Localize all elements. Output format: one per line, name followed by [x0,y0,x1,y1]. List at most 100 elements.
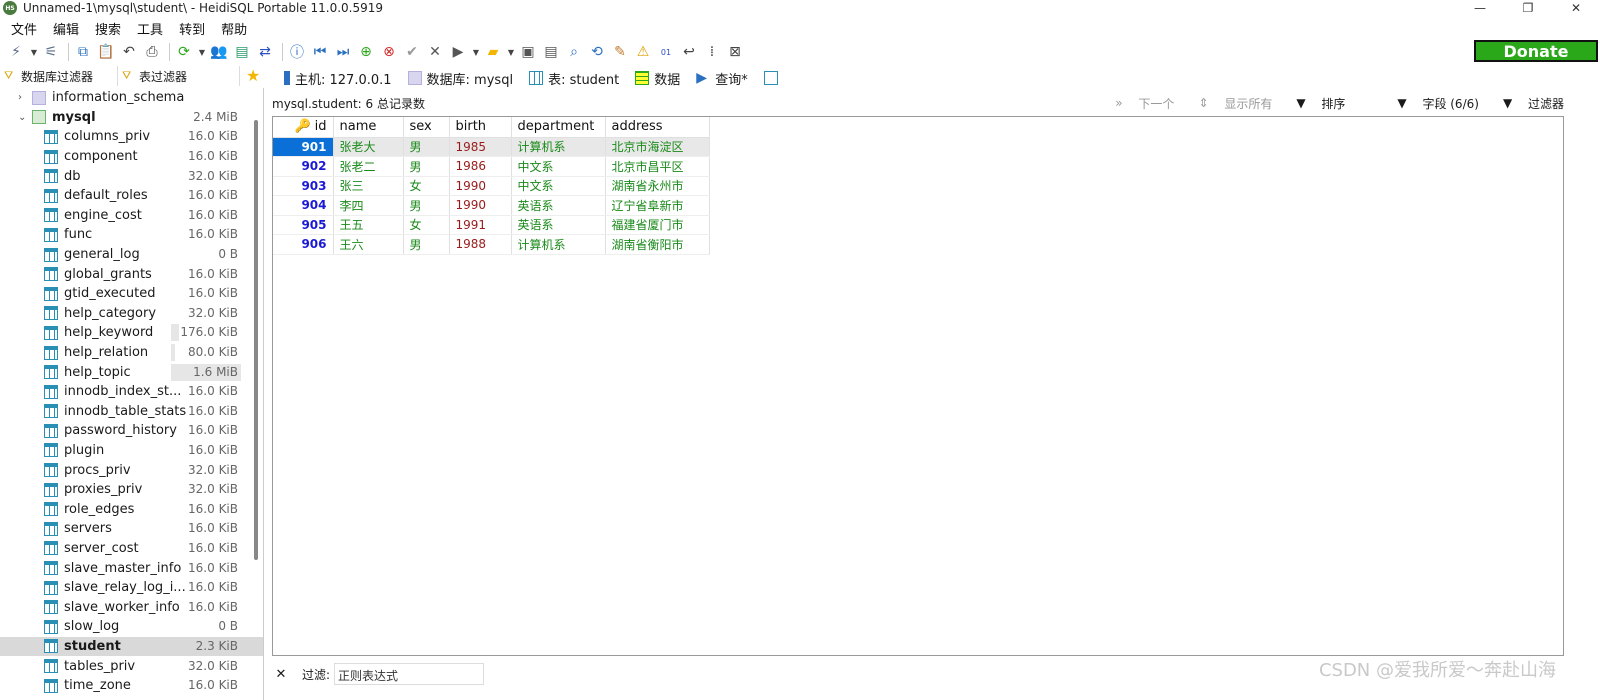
menu-goto[interactable]: 转到 [171,19,213,38]
tree-table-item[interactable]: db 32.0 KiB [0,166,263,186]
tree-table-item[interactable]: innodb_table_stats 16.0 KiB [0,402,263,422]
cell-sex[interactable]: 女 [403,215,450,235]
tree-table-item[interactable]: procs_priv 32.0 KiB [0,460,263,480]
tree-table-item[interactable]: default_roles 16.0 KiB [0,186,263,206]
tree-table-item[interactable]: tables_priv 32.0 KiB [0,656,263,676]
cell-sex[interactable]: 男 [403,195,450,216]
tree-db-information-schema[interactable]: › information_schema [0,88,263,108]
cell-name[interactable]: 李四 [333,195,404,216]
last-icon[interactable]: ⏭ [333,42,353,62]
cell-address[interactable]: 辽宁省阜新市 [605,195,710,216]
warning-icon[interactable]: ⚠ [633,42,653,62]
menu-tools[interactable]: 工具 [129,19,171,38]
export-icon[interactable]: ▤ [232,42,252,62]
cell-id[interactable]: 901 [273,137,334,157]
dropdown-icon[interactable]: ▼ [197,42,207,62]
clean-icon[interactable]: ✎ [610,42,630,62]
run-icon[interactable]: ▶ [448,42,468,62]
disconnect-icon[interactable]: ⚟ [41,42,61,62]
cell-department[interactable]: 中文系 [511,176,606,196]
cell-address[interactable]: 湖南省衡阳市 [605,234,710,255]
cell-id[interactable]: 904 [273,195,334,216]
open-folder-icon[interactable]: ▰ [483,42,503,62]
tree-table-item[interactable]: columns_priv 16.0 KiB [0,127,263,147]
find-icon[interactable]: ⌕ [564,42,584,62]
help-icon[interactable]: ⓘ [287,42,307,62]
filter-input[interactable]: 正则表达式 [334,663,485,685]
favorites-star-icon[interactable]: ★ [246,66,260,85]
cell-id[interactable]: 902 [273,156,334,177]
column-header-id[interactable]: 🔑 id [273,117,334,138]
cancel-icon[interactable]: ✕ [425,42,445,62]
cell-department[interactable]: 计算机系 [511,137,606,157]
cell-id[interactable]: 903 [273,176,334,196]
column-header-department[interactable]: department [511,117,606,138]
tree-table-item[interactable]: time_zone 16.0 KiB [0,676,263,696]
close-tab-icon[interactable]: ⊠ [725,42,745,62]
close-window-button[interactable]: ✕ [1552,0,1600,16]
sync-icon[interactable]: ⇄ [255,42,275,62]
next-button[interactable]: » 下一个 [1103,95,1174,112]
tree-table-item[interactable]: plugin 16.0 KiB [0,441,263,461]
cell-address[interactable]: 福建省厦门市 [605,215,710,235]
dropdown-icon[interactable]: ▼ [506,42,516,62]
first-icon[interactable]: ⏮ [310,42,330,62]
tab-table[interactable]: 表: student [519,66,632,91]
donate-button[interactable]: Donate [1474,40,1598,62]
tree-table-item[interactable]: func 16.0 KiB [0,225,263,245]
copy-icon[interactable]: ⧉ [73,42,93,62]
tree-table-item[interactable]: help_relation 80.0 KiB [0,343,263,363]
cell-birth[interactable]: 1990 [449,176,512,196]
refresh-icon[interactable]: ⟳ [174,42,194,62]
save-as-icon[interactable]: ▤ [541,42,561,62]
user-manager-icon[interactable]: 👥 [209,42,229,62]
menu-edit[interactable]: 编辑 [45,19,87,38]
cell-sex[interactable]: 女 [403,176,450,196]
cell-department[interactable]: 中文系 [511,156,606,177]
tab-database[interactable]: 数据库: mysql [400,66,522,90]
minimize-button[interactable]: — [1456,0,1504,16]
comment-icon[interactable]: ⁞ [702,42,722,62]
save-icon[interactable]: ▣ [518,42,538,62]
cell-birth[interactable]: 1986 [449,156,512,177]
tree-table-item[interactable]: help_topic 1.6 MiB [0,362,263,382]
filter-button[interactable]: ▼ 过滤器 [1491,95,1564,112]
undo-icon[interactable]: ↶ [119,42,139,62]
tree-table-item[interactable]: innodb_index_st... 16.0 KiB [0,382,263,402]
menu-search[interactable]: 搜索 [87,19,129,38]
tree-scrollbar[interactable] [254,120,258,560]
database-filter-tab[interactable]: ⛛ 数据库过滤器 [0,66,118,86]
binary-icon[interactable]: 01 [656,42,676,62]
cell-name[interactable]: 张三 [333,176,404,196]
tree-table-item[interactable]: gtid_executed 16.0 KiB [0,284,263,304]
maximize-button[interactable]: ❐ [1504,0,1552,16]
tree-table-item[interactable]: help_keyword 176.0 KiB [0,323,263,343]
tree-table-item[interactable]: server_cost 16.0 KiB [0,539,263,559]
tab-host[interactable]: 主机: 127.0.0.1 [276,66,400,90]
table-row[interactable]: 901 张老大男 1985 计算机系 北京市海淀区 [273,137,710,157]
connect-icon[interactable]: ⚡ [6,42,26,62]
cell-department[interactable]: 英语系 [511,195,606,216]
table-row[interactable]: 903 张三女 1990 中文系 湖南省永州市 [273,176,710,196]
table-row[interactable]: 905 王五女 1991 英语系 福建省厦门市 [273,215,710,235]
column-header-sex[interactable]: sex [403,117,450,138]
tree-table-item[interactable]: slave_worker_info 16.0 KiB [0,597,263,617]
fields-button[interactable]: ▼ 字段 (6/6) [1385,95,1479,112]
tree-table-item[interactable]: student 2.3 KiB [0,636,263,657]
table-row[interactable]: 904 李四男 1990 英语系 辽宁省阜新市 [273,195,710,216]
cell-name[interactable]: 张老大 [333,137,404,157]
cell-department[interactable]: 计算机系 [511,234,606,255]
collapse-arrow-icon[interactable]: ⌄ [18,112,26,123]
tree-table-item[interactable]: general_log 0 B [0,245,263,265]
paste-icon[interactable]: 📋 [96,42,116,62]
tree-table-item[interactable]: proxies_priv 32.0 KiB [0,480,263,500]
close-filter-icon[interactable]: ✕ [272,667,290,682]
cell-name[interactable]: 王五 [333,215,404,235]
tree-table-item[interactable]: global_grants 16.0 KiB [0,264,263,284]
add-icon[interactable]: ⊕ [356,42,376,62]
cell-id[interactable]: 905 [273,215,334,235]
cell-sex[interactable]: 男 [403,137,450,157]
tab-new-query[interactable] [756,66,791,90]
cell-name[interactable]: 张老二 [333,156,404,177]
cell-name[interactable]: 王六 [333,234,404,255]
